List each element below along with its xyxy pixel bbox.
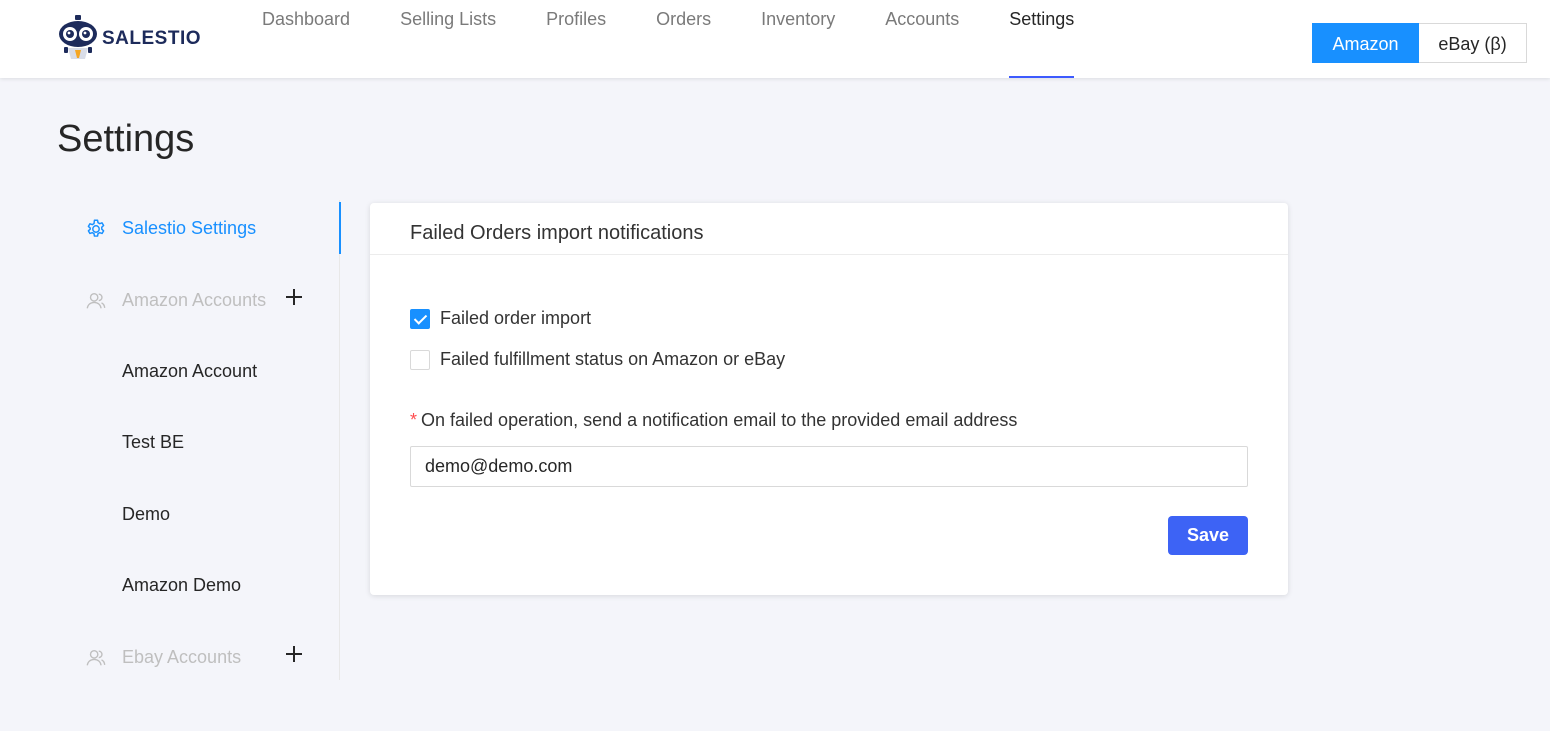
brand-logo[interactable]: SALESTIO [56,10,201,68]
nav-selling-lists[interactable]: Selling Lists [400,0,496,78]
sidebar-group-amazon-accounts[interactable]: Amazon Accounts [57,272,340,328]
sidebar-item-amazon-account[interactable]: Amazon Account [57,343,340,399]
card-header: Failed Orders import notifications [370,195,1288,255]
nav-dashboard[interactable]: Dashboard [262,0,350,78]
marketplace-ebay-button[interactable]: eBay (β) [1419,23,1527,63]
top-header: SALESTIO Dashboard Selling Lists Profile… [0,0,1550,78]
sidebar-item-label: Amazon Account [122,360,258,381]
checkbox-label: Failed order import [440,308,592,328]
nav-label: Accounts [885,9,960,29]
nav-label: Profiles [546,9,607,29]
sidebar-item-amazon-demo[interactable]: Amazon Demo [57,557,340,613]
sidebar-item-label: Salestio Settings [122,217,257,238]
nav-label: Orders [656,9,712,29]
add-amazon-account-plus-icon[interactable] [283,286,305,308]
card-title: Failed Orders import notifications [410,222,704,244]
page-title: Settings [57,118,195,160]
sidebar-item-salestio-settings[interactable]: Salestio Settings [57,200,341,256]
marketplace-switch: Amazon eBay (β) [1312,23,1527,63]
sidebar-item-test-be[interactable]: Test BE [57,414,340,470]
failed-fulfillment-checkbox[interactable] [410,349,430,370]
sidebar-item-label: Ebay Accounts [122,646,242,667]
users-icon [86,292,106,309]
failed-fulfillment-checkbox-row[interactable]: Failed fulfillment status on Amazon or e… [410,349,785,370]
brand-name: SALESTIO [102,28,202,49]
sidebar-item-label: Test BE [122,431,185,452]
marketplace-amazon-button[interactable]: Amazon [1312,23,1419,63]
main-nav: Dashboard Selling Lists Profiles Orders … [262,0,1124,78]
settings-sidebar: Salestio Settings Amazon Accounts Amazon… [57,200,341,680]
sidebar-group-ebay-accounts[interactable]: Ebay Accounts [57,629,340,685]
save-button[interactable]: Save [1168,516,1248,555]
nav-profiles[interactable]: Profiles [546,0,606,78]
email-label-text: On failed operation, send a notification… [421,410,1018,430]
sidebar-item-demo[interactable]: Demo [57,486,340,542]
nav-label: Settings [1009,9,1075,29]
sidebar-item-label: Demo [122,503,171,524]
email-field-label: * On failed operation, send a notificatio… [410,410,1017,431]
add-ebay-account-plus-icon[interactable] [283,643,305,665]
failed-order-import-checkbox[interactable] [410,308,430,329]
nav-settings[interactable]: Settings [1009,0,1075,78]
sidebar-item-label: Amazon Demo [122,574,242,595]
nav-label: Selling Lists [400,9,497,29]
notification-email-input[interactable] [410,446,1248,487]
failed-order-import-checkbox-row[interactable]: Failed order import [410,308,591,329]
robot-logo-icon [59,15,97,59]
checkbox-label: Failed fulfillment status on Amazon or e… [440,349,786,369]
sidebar-item-label: Amazon Accounts [122,289,267,310]
required-mark: * [410,410,418,430]
nav-label: Inventory [761,9,836,29]
nav-label: Dashboard [262,9,351,29]
nav-inventory[interactable]: Inventory [761,0,835,78]
gear-icon [87,219,105,237]
nav-orders[interactable]: Orders [656,0,711,78]
notifications-card: Failed Orders import notifications Faile… [370,203,1288,595]
users-icon [86,649,106,666]
nav-accounts[interactable]: Accounts [885,0,959,78]
